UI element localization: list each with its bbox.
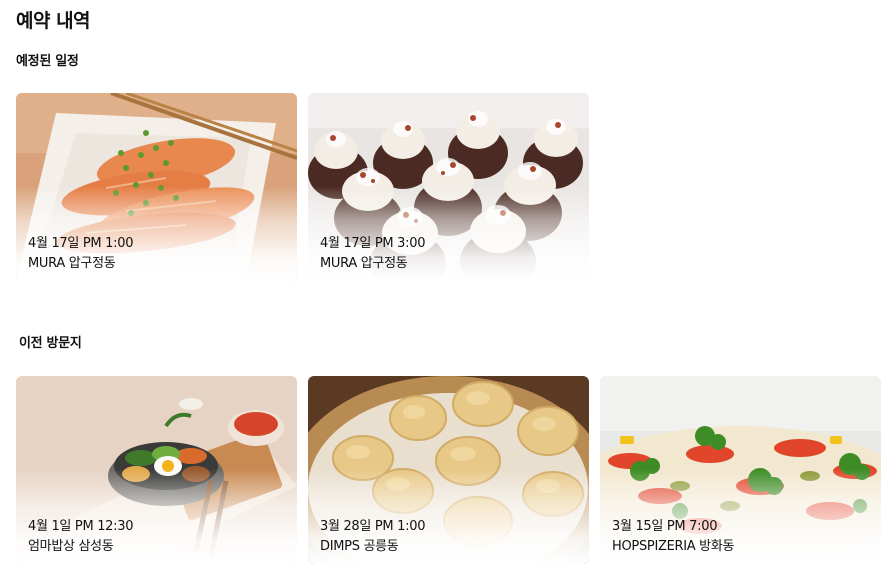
card-date: 4월 17일 PM 3:00 bbox=[320, 236, 426, 251]
card-place: MURA 압구정동 bbox=[28, 256, 116, 271]
card-place: 엄마밥상 삼성동 bbox=[28, 539, 114, 554]
reservation-card[interactable]: 3월 28일 PM 1:00 DIMPS 공릉동 bbox=[308, 376, 589, 564]
card-date: 4월 1일 PM 12:30 bbox=[28, 519, 134, 534]
section-title-past: 이전 방문지 bbox=[19, 336, 82, 351]
reservation-card[interactable]: 4월 17일 PM 3:00 MURA 압구정동 bbox=[308, 93, 589, 281]
reservation-card[interactable]: 4월 1일 PM 12:30 엄마밥상 삼성동 bbox=[16, 376, 297, 564]
card-place: MURA 압구정동 bbox=[320, 256, 408, 271]
card-date: 3월 28일 PM 1:00 bbox=[320, 519, 426, 534]
card-date: 3월 15일 PM 7:00 bbox=[612, 519, 718, 534]
reservation-card[interactable]: 4월 17일 PM 1:00 MURA 압구정동 bbox=[16, 93, 297, 281]
card-date: 4월 17일 PM 1:00 bbox=[28, 236, 134, 251]
page-title: 예약 내역 bbox=[16, 10, 91, 32]
reservations-page: 예약 내역 예정된 일정 4월 17일 PM 1:00 MURA 압구정동 4월… bbox=[0, 0, 896, 570]
reservation-card[interactable]: 3월 15일 PM 7:00 HOPSPIZERIA 방화동 bbox=[600, 376, 881, 564]
card-place: DIMPS 공릉동 bbox=[320, 539, 399, 554]
card-place: HOPSPIZERIA 방화동 bbox=[612, 539, 735, 554]
section-title-upcoming: 예정된 일정 bbox=[16, 54, 79, 69]
